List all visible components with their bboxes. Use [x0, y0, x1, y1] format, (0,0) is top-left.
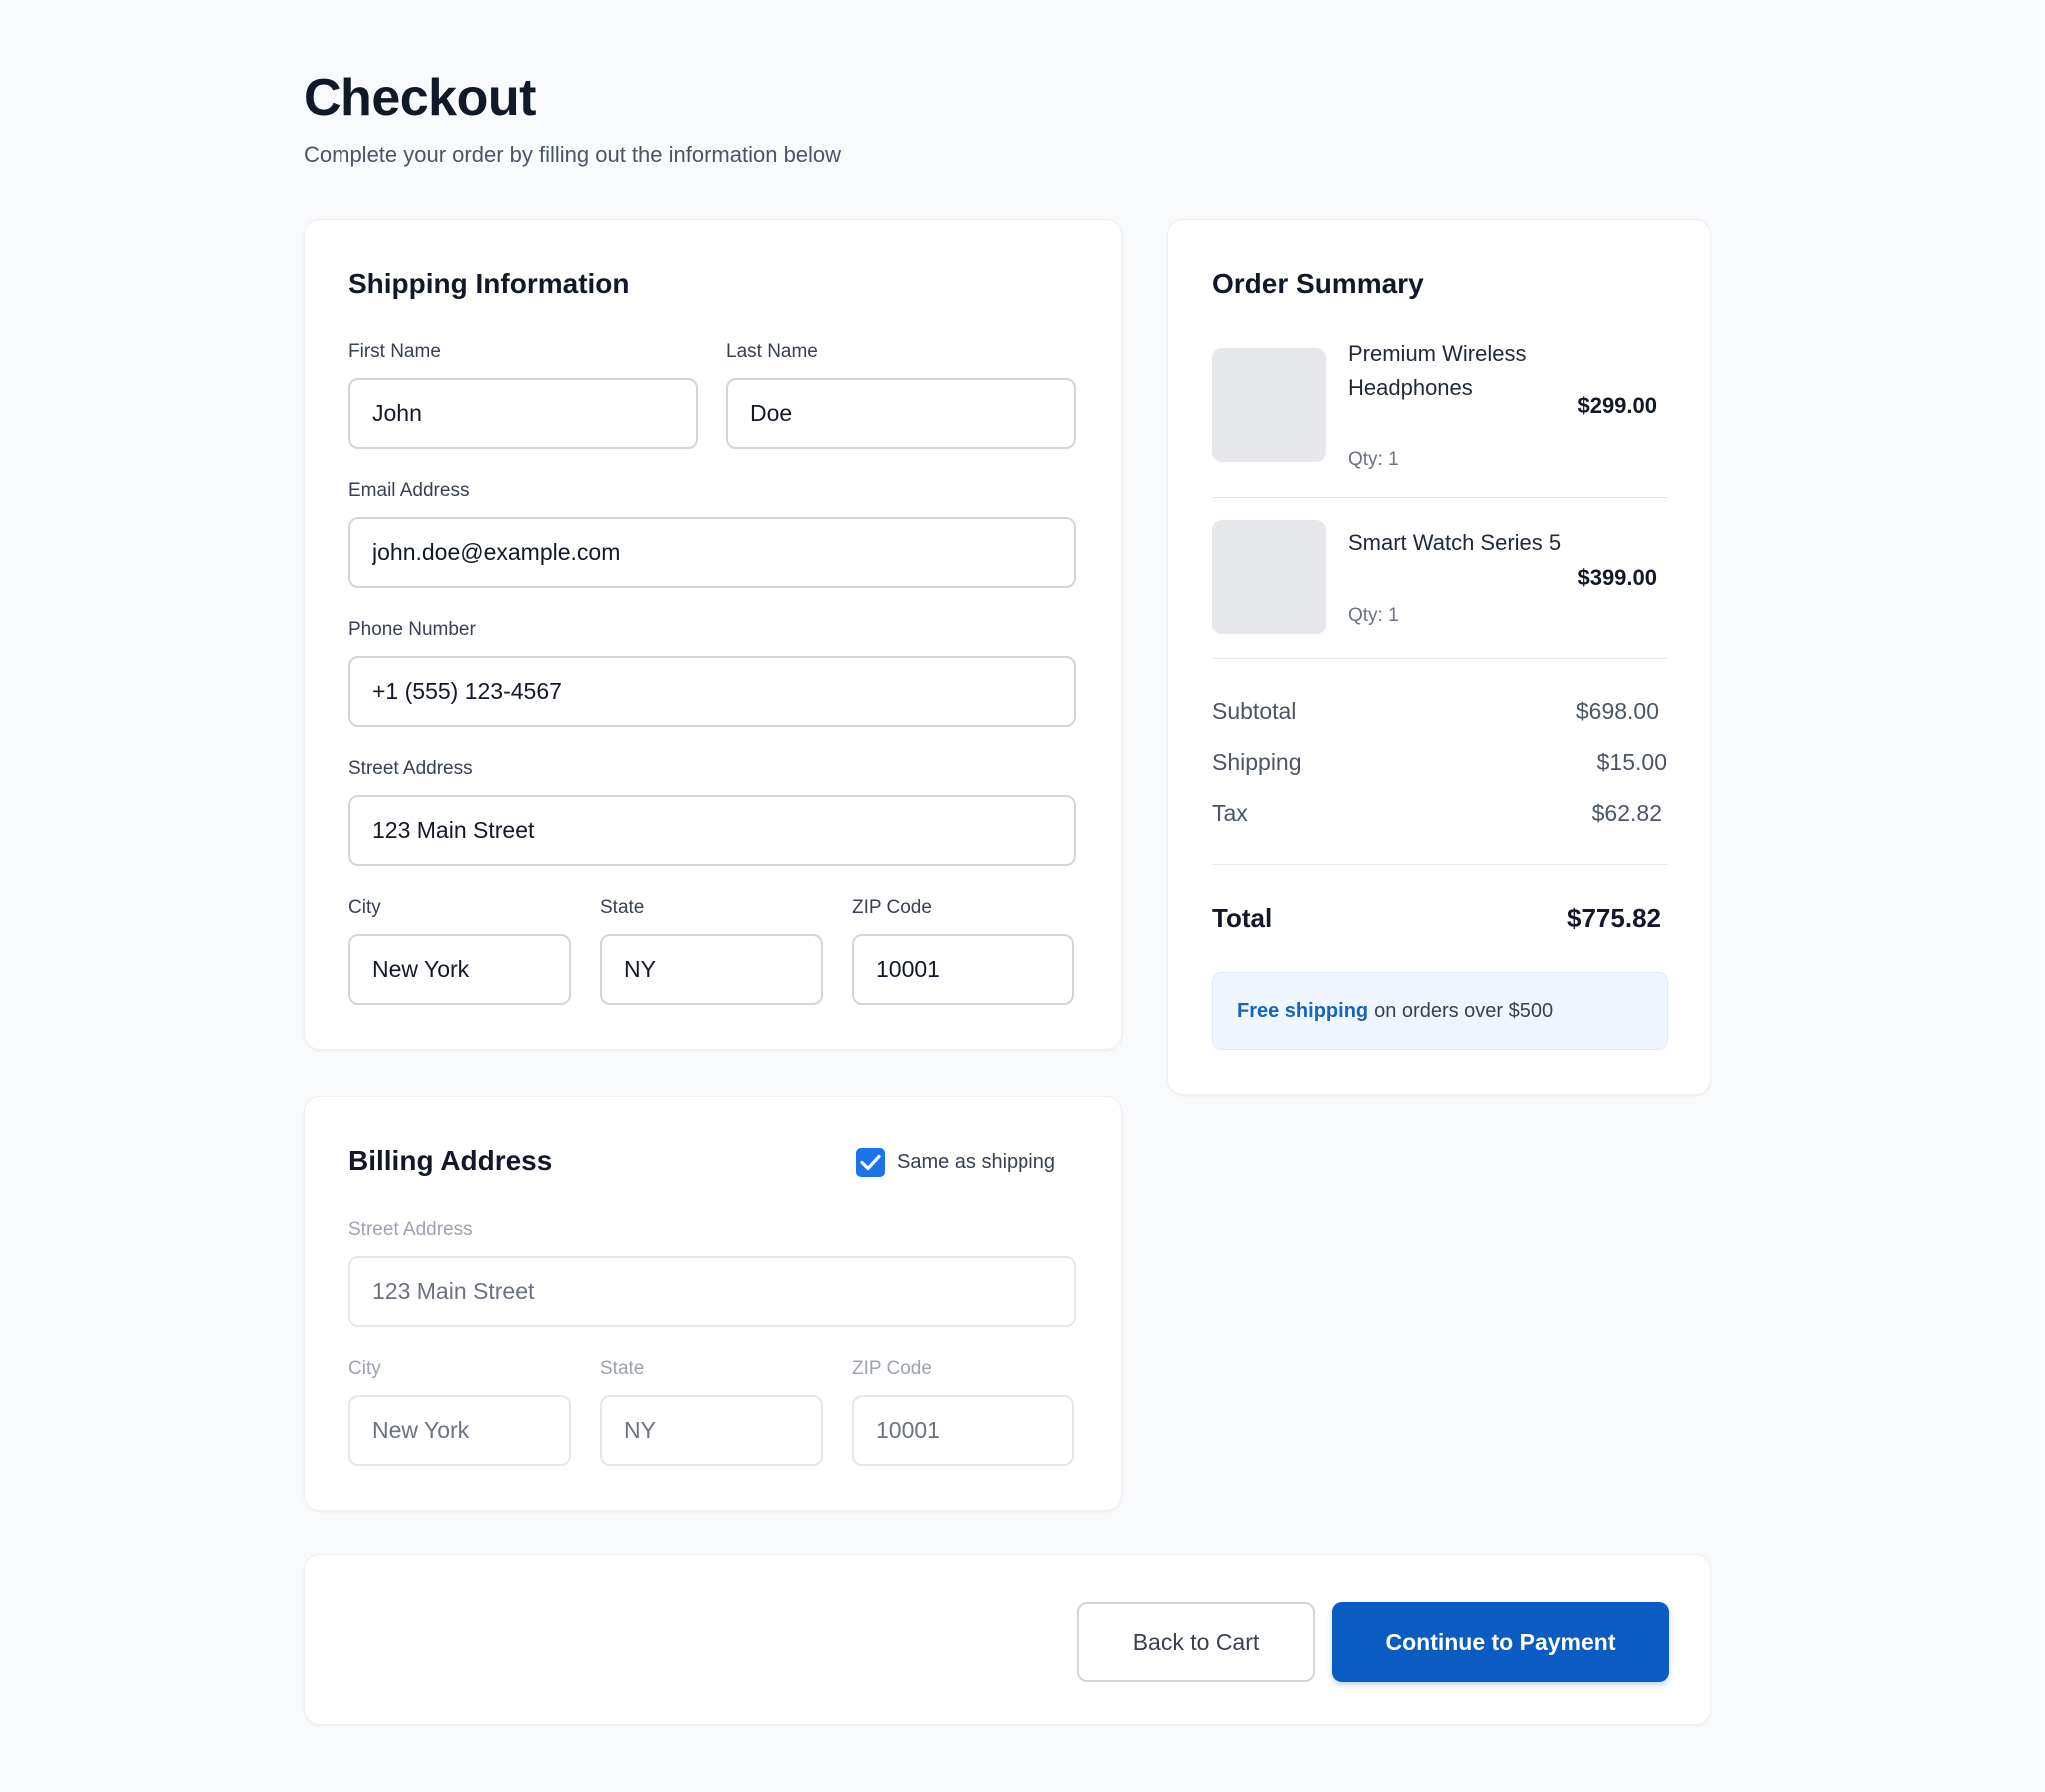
billing-state-input[interactable]	[600, 1395, 823, 1466]
billing-state-label: State	[600, 1358, 645, 1379]
city-label: City	[348, 897, 381, 918]
item-name: Premium Wireless Headphones	[1348, 341, 1527, 400]
product-image-headphones	[1212, 348, 1326, 462]
shipping-cost-label: Shipping	[1212, 749, 1302, 775]
billing-zip-label: ZIP Code	[852, 1358, 932, 1379]
state-label: State	[600, 897, 645, 918]
page-subtitle: Complete your order by filling out the i…	[304, 142, 842, 167]
same-as-shipping-label: Same as shipping	[897, 1150, 1055, 1173]
item-qty: Qty: 1	[1348, 605, 1399, 626]
phone-input[interactable]	[348, 656, 1076, 727]
state-input[interactable]	[600, 934, 823, 1005]
item-divider	[1212, 497, 1668, 498]
last-name-input[interactable]	[726, 378, 1076, 449]
billing-zip-input[interactable]	[852, 1395, 1074, 1466]
billing-card: Billing Address Same as shipping Street …	[304, 1096, 1122, 1511]
email-label: Email Address	[348, 480, 470, 501]
page-title: Checkout	[304, 69, 536, 127]
continue-to-payment-button[interactable]: Continue to Payment	[1332, 1602, 1669, 1682]
free-shipping-banner: Free shipping on orders over $500	[1212, 972, 1668, 1050]
product-image-watch	[1212, 520, 1326, 634]
items-divider	[1212, 658, 1668, 659]
billing-street-input[interactable]	[348, 1256, 1076, 1327]
tax-value: $62.82	[1591, 800, 1662, 826]
item-price: $399.00	[1577, 565, 1657, 590]
billing-title: Billing Address	[348, 1145, 553, 1176]
actions-card: Back to Cart Continue to Payment	[304, 1554, 1711, 1725]
same-as-shipping-row[interactable]: Same as shipping	[856, 1147, 1055, 1177]
total-value: $775.82	[1567, 903, 1661, 933]
billing-city-input[interactable]	[348, 1395, 571, 1466]
free-shipping-text: on orders over $500	[1374, 999, 1554, 1022]
same-as-shipping-checkbox[interactable]	[856, 1147, 885, 1177]
checkmark-icon	[860, 1154, 881, 1170]
last-name-label: Last Name	[726, 341, 818, 362]
tax-label: Tax	[1212, 800, 1248, 826]
zip-input[interactable]	[852, 934, 1074, 1005]
item-name: Smart Watch Series 5	[1348, 530, 1562, 555]
zip-label: ZIP Code	[852, 897, 932, 918]
phone-label: Phone Number	[348, 619, 476, 640]
subtotal-label: Subtotal	[1212, 698, 1297, 724]
email-input[interactable]	[348, 517, 1076, 588]
total-label: Total	[1212, 903, 1273, 933]
item-price: $299.00	[1577, 393, 1657, 418]
back-to-cart-button[interactable]: Back to Cart	[1077, 1602, 1315, 1682]
billing-street-label: Street Address	[348, 1219, 473, 1240]
shipping-card: Shipping Information First Name Last Nam…	[304, 219, 1122, 1050]
free-shipping-highlight: Free shipping	[1237, 999, 1369, 1022]
billing-city-label: City	[348, 1358, 381, 1379]
subtotal-value: $698.00	[1575, 698, 1659, 724]
shipping-cost-value: $15.00	[1596, 749, 1667, 775]
order-summary-card: Order Summary Premium Wireless Headphone…	[1167, 219, 1711, 1095]
first-name-label: First Name	[348, 341, 441, 362]
order-summary-title: Order Summary	[1212, 268, 1424, 299]
shipping-title: Shipping Information	[348, 268, 630, 299]
street-label: Street Address	[348, 758, 473, 779]
city-input[interactable]	[348, 934, 571, 1005]
item-qty: Qty: 1	[1348, 449, 1399, 470]
totals-divider	[1212, 864, 1668, 865]
street-input[interactable]	[348, 795, 1076, 866]
first-name-input[interactable]	[348, 378, 698, 449]
